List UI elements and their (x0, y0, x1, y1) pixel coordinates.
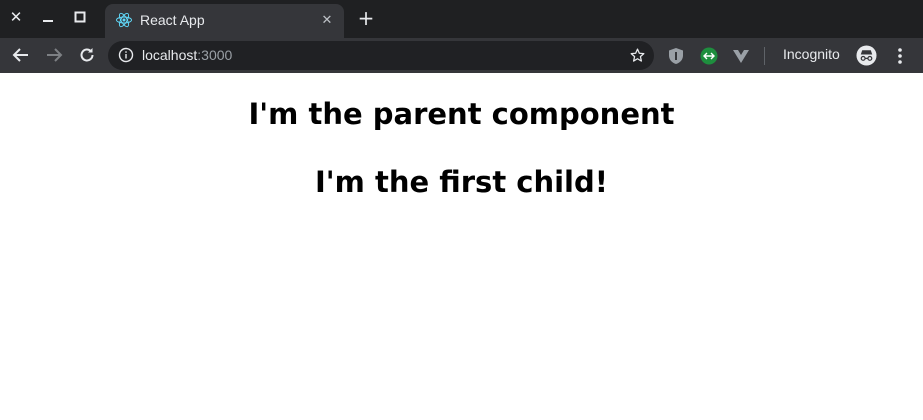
more-vert-icon[interactable] (892, 46, 908, 66)
reload-button[interactable] (74, 42, 100, 68)
reload-icon (80, 48, 94, 62)
arrow-left-icon (12, 48, 28, 62)
vue-devtools-icon[interactable] (731, 46, 751, 66)
extension-chat-icon[interactable] (699, 46, 719, 66)
star-icon[interactable] (629, 47, 646, 64)
close-icon: ✕ (321, 12, 333, 28)
window-close-button[interactable]: ✕ (5, 6, 27, 28)
address-bar[interactable]: localhost:3000 (108, 41, 654, 70)
maximize-icon (74, 11, 86, 23)
forward-button[interactable] (41, 42, 67, 68)
incognito-label[interactable]: Incognito (783, 46, 840, 62)
parent-heading: I'm the parent component (248, 97, 675, 131)
url-host: localhost (142, 47, 198, 63)
tab-react-app[interactable]: React App ✕ (105, 4, 344, 38)
info-icon[interactable] (118, 47, 134, 63)
arrow-right-icon (47, 48, 63, 62)
toolbar-divider (764, 47, 765, 65)
minimize-icon (43, 20, 53, 22)
back-button[interactable] (8, 42, 34, 68)
close-icon: ✕ (9, 7, 23, 26)
incognito-icon[interactable] (856, 45, 877, 66)
tab-close-button[interactable]: ✕ (318, 11, 336, 29)
child-heading: I'm the first child! (315, 165, 608, 199)
page-content: I'm the parent component I'm the first c… (0, 73, 923, 420)
browser-titlebar: ✕ React App ✕ + (0, 0, 923, 38)
url-port: :3000 (197, 47, 233, 63)
shield-icon[interactable] (666, 46, 686, 66)
plus-icon: + (357, 6, 375, 30)
window-minimize-button[interactable] (37, 6, 59, 28)
window-maximize-button[interactable] (69, 6, 91, 28)
url-text[interactable]: localhost:3000 (142, 47, 232, 63)
tab-title: React App (140, 12, 205, 28)
browser-toolbar: localhost:3000 Incognito (0, 38, 923, 73)
react-icon (116, 12, 132, 28)
new-tab-button[interactable]: + (355, 6, 377, 30)
